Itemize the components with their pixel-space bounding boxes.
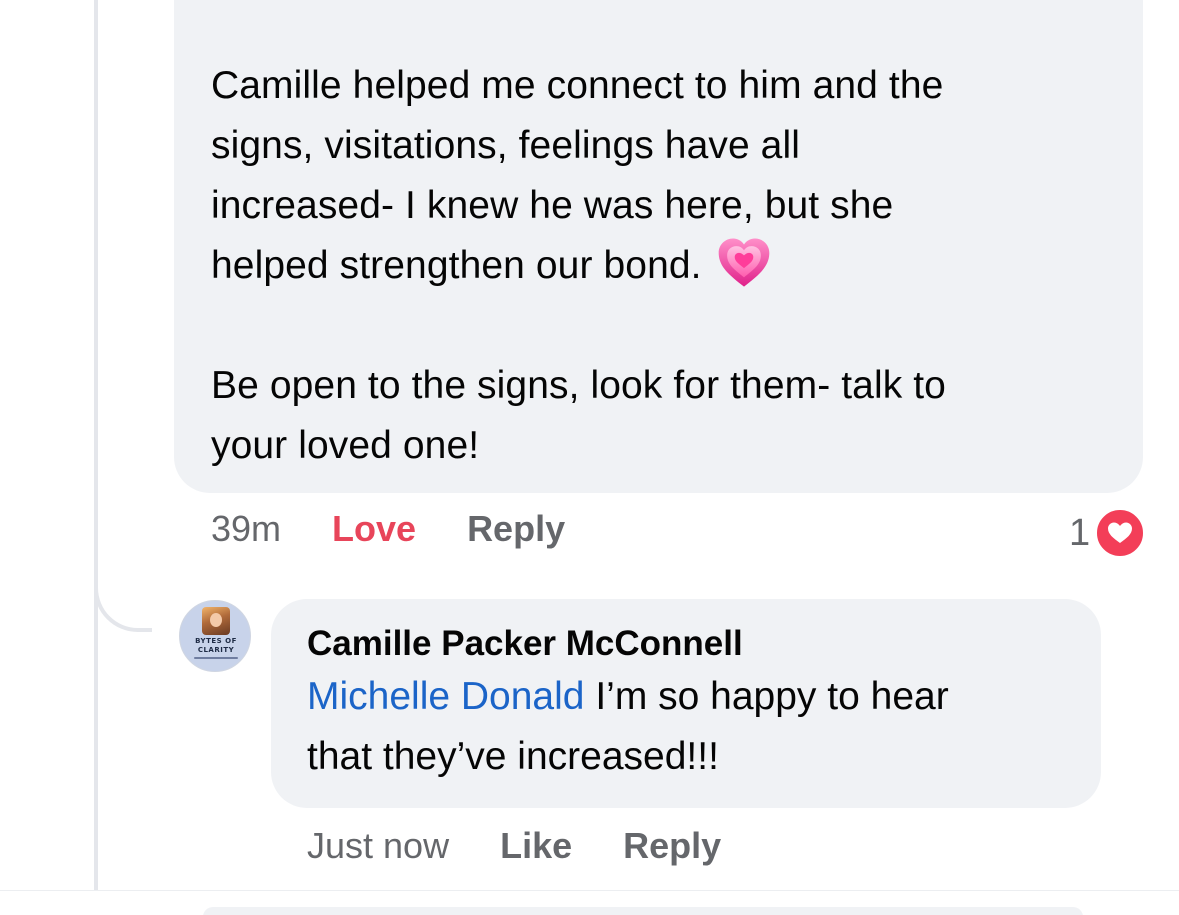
reaction-count: 1 xyxy=(1069,511,1091,554)
love-reaction-icon xyxy=(1094,507,1147,559)
thread-connector-line xyxy=(94,0,98,892)
mention-link[interactable]: Michelle Donald xyxy=(307,675,584,718)
next-comment-bubble xyxy=(203,907,1083,915)
reply-text: Michelle Donald I’m so happy to hear tha… xyxy=(307,675,949,778)
comment-author[interactable]: Camille Packer McConnell xyxy=(307,621,1071,667)
reply-actions: Just now Like Reply xyxy=(307,825,772,867)
reply-bubble[interactable]: Camille Packer McConnell Michelle Donald… xyxy=(271,599,1101,808)
avatar-photo xyxy=(202,607,230,635)
comment-text: Camille helped me connect to him and the… xyxy=(211,64,946,467)
reaction-summary[interactable]: 1 xyxy=(1069,507,1147,559)
comment-thread: Camille helped me connect to him and the… xyxy=(0,0,1179,915)
like-button[interactable]: Like xyxy=(500,825,572,867)
comment-bubble[interactable]: Camille helped me connect to him and the… xyxy=(174,0,1143,493)
comment-timestamp[interactable]: 39m xyxy=(211,508,281,550)
reply-timestamp[interactable]: Just now xyxy=(307,825,449,867)
reply-connector-curve xyxy=(94,540,152,632)
reply-button[interactable]: Reply xyxy=(467,508,565,550)
comment-actions: 39m Love Reply xyxy=(211,508,616,550)
love-button[interactable]: Love xyxy=(332,508,416,550)
reply-button[interactable]: Reply xyxy=(623,825,721,867)
growing-heart-emoji-icon xyxy=(718,238,769,287)
avatar[interactable]: BYTES OF CLARITY xyxy=(179,600,251,672)
avatar-brand-text: BYTES OF CLARITY xyxy=(195,637,237,654)
